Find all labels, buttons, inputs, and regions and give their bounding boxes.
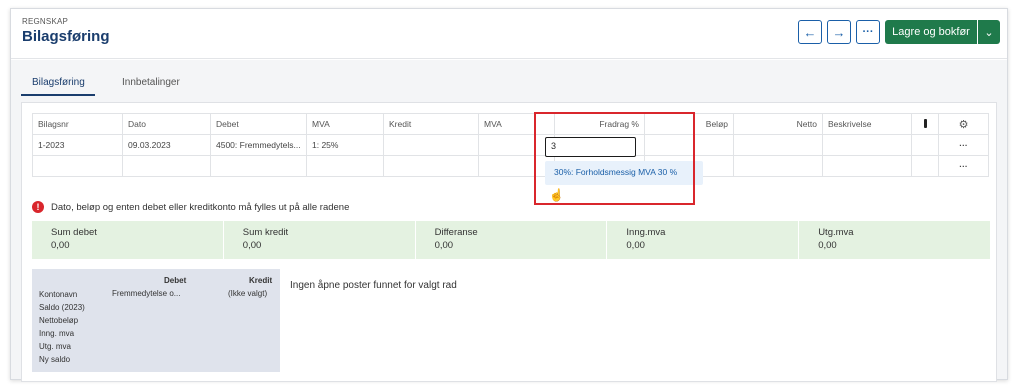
sum-value: 0,00 xyxy=(242,240,262,251)
journal-card: Bilagsnr Dato Debet MVA Kredit MVA Fradr… xyxy=(21,102,997,382)
tab-bilagsforing[interactable]: Bilagsføring xyxy=(21,70,95,96)
differanse: Differanse 0,00 xyxy=(416,221,608,259)
attachment-icon xyxy=(923,118,927,128)
grid-header-row: Bilagsnr Dato Debet MVA Kredit MVA Fradr… xyxy=(32,113,989,135)
sum-value: 0,00 xyxy=(818,240,837,251)
cell-dato[interactable] xyxy=(122,155,211,177)
totals-bar: Sum debet 0,00 Sum kredit 0,00 Differanse 0… xyxy=(32,221,990,259)
sum-value: 0,00 xyxy=(626,240,645,251)
journal-grid: Bilagsnr Dato Debet MVA Kredit MVA Fradr… xyxy=(32,113,989,177)
cell-beskrivelse[interactable] xyxy=(822,155,912,177)
cell-debet[interactable]: 4500: Fremmedytels... xyxy=(210,134,307,156)
more-icon: ··· xyxy=(959,140,968,150)
cell-mva[interactable]: 1: 25% xyxy=(306,134,384,156)
col-kredit: Kredit xyxy=(383,113,479,135)
hand-cursor-icon: ☝ xyxy=(549,188,564,202)
previous-button[interactable]: ← xyxy=(798,20,822,44)
col-settings[interactable]: ⚙ xyxy=(938,113,989,135)
chevron-down-icon: ⌄ xyxy=(984,26,994,39)
table-row[interactable]: 1-2023 09.03.2023 4500: Fremmedytels... … xyxy=(32,134,989,156)
gear-icon[interactable]: ⚙ xyxy=(959,119,969,131)
sum-kredit: Sum kredit 0,00 xyxy=(224,221,416,259)
page-header: REGNSKAP Bilagsføring ← → ··· Lagre og b… xyxy=(11,9,1007,59)
tab-innbetalinger[interactable]: Innbetalinger xyxy=(111,70,191,96)
cell-bilagsnr[interactable]: 1-2023 xyxy=(32,134,123,156)
cell-attachment[interactable] xyxy=(911,134,939,156)
cell-netto[interactable] xyxy=(733,155,823,177)
app-window: REGNSKAP Bilagsføring ← → ··· Lagre og b… xyxy=(10,8,1008,382)
col-netto: Netto xyxy=(733,113,823,135)
cell-debet[interactable] xyxy=(210,155,307,177)
cell-dato[interactable]: 09.03.2023 xyxy=(122,134,211,156)
row-menu-button[interactable]: ··· xyxy=(938,134,989,156)
account-debet-header: Debet xyxy=(164,276,187,285)
more-icon: ··· xyxy=(959,161,968,171)
more-options-button[interactable]: ··· xyxy=(856,20,880,44)
save-options-dropdown[interactable]: ⌄ xyxy=(978,20,1000,44)
col-bilagsnr: Bilagsnr xyxy=(32,113,123,135)
arrow-right-icon: → xyxy=(832,24,846,40)
account-row-label: Saldo (2023) xyxy=(39,303,85,312)
save-and-post-button[interactable]: Lagre og bokfør xyxy=(885,20,977,44)
arrow-left-icon: ← xyxy=(803,24,817,40)
breadcrumb[interactable]: REGNSKAP xyxy=(22,17,68,26)
row-menu-button[interactable]: ··· xyxy=(938,155,989,177)
col-attachment xyxy=(911,113,939,135)
sum-label: Sum kredit xyxy=(242,227,289,238)
sum-label: Differanse xyxy=(434,227,478,238)
error-text: Dato, beløp og enten debet eller kreditk… xyxy=(51,201,350,213)
cell-netto[interactable] xyxy=(733,134,823,156)
cell-bilagsnr[interactable] xyxy=(32,155,123,177)
account-row-label: Nettobeløp xyxy=(39,316,79,325)
inng-mva: Inng.mva 0,00 xyxy=(607,221,800,259)
sum-label: Inng.mva xyxy=(626,227,666,238)
utg-mva: Utg.mva 0,00 xyxy=(799,221,990,259)
account-debet-value: Fremmedytelse o... xyxy=(112,289,181,298)
more-icon: ··· xyxy=(862,26,874,38)
account-row-label: Kontonavn xyxy=(39,290,78,299)
col-mva-debet: MVA xyxy=(306,113,384,135)
account-row-label: Utg. mva xyxy=(39,342,72,351)
account-row-label: Ny saldo xyxy=(39,355,71,364)
sum-value: 0,00 xyxy=(434,240,454,251)
error-icon: ! xyxy=(32,201,44,213)
validation-error: ! Dato, beløp og enten debet eller kredi… xyxy=(32,201,349,213)
table-row[interactable]: ··· xyxy=(32,155,989,177)
cell-mva[interactable] xyxy=(306,155,384,177)
main-content: Bilagsføring Innbetalinger Bilagsnr Dato… xyxy=(11,60,1007,382)
col-beskrivelse: Beskrivelse xyxy=(822,113,912,135)
cell-beskrivelse[interactable] xyxy=(822,134,912,156)
cell-kredit[interactable] xyxy=(383,134,479,156)
sum-value: 0,00 xyxy=(51,240,70,251)
cell-attachment[interactable] xyxy=(911,155,939,177)
sum-label: Utg.mva xyxy=(818,227,854,238)
account-row-label: Inng. mva xyxy=(39,329,75,338)
next-button[interactable]: → xyxy=(827,20,851,44)
page-title: Bilagsføring xyxy=(22,28,110,45)
col-dato: Dato xyxy=(122,113,211,135)
cell-kredit[interactable] xyxy=(383,155,479,177)
sum-label: Sum debet xyxy=(51,227,97,238)
account-kredit-value: (Ikke valgt) xyxy=(228,289,268,298)
col-debet: Debet xyxy=(210,113,307,135)
no-open-posts-message: Ingen åpne poster funnet for valgt rad xyxy=(290,280,457,291)
sum-debet: Sum debet 0,00 xyxy=(32,221,224,259)
account-info-panel: Debet Kredit Kontonavn Fremmedytelse o..… xyxy=(32,269,280,372)
account-kredit-header: Kredit xyxy=(249,276,273,285)
